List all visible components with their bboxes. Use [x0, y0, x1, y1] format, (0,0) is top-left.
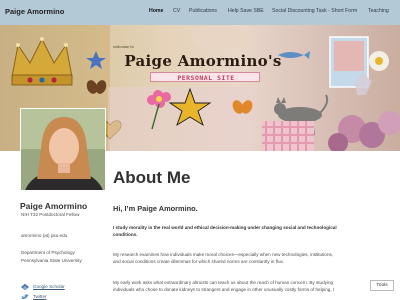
nav-teaching[interactable]: Teaching — [368, 8, 389, 14]
intro-paragraph: I study morality in the real world and e… — [113, 224, 393, 238]
banner-welcome-text: welcome to — [113, 45, 134, 49]
twitter-icon — [21, 294, 29, 299]
early-work-line: My early work asks what extraordinary al… — [113, 280, 334, 285]
google-scholar-link[interactable]: Google Scholar — [33, 284, 65, 289]
research-line: My research examines how individuals mak… — [113, 252, 334, 257]
early-work-paragraph: My early work asks what extraordinary al… — [113, 279, 393, 293]
nav-publications[interactable]: Publications — [189, 8, 217, 14]
early-work-line: individuals who chose to donate kidneys … — [113, 287, 335, 293]
intro-line: conditions. — [113, 232, 138, 238]
hydrangea-icon — [328, 111, 400, 151]
profile-photo — [21, 109, 105, 190]
author-position: NIH T32 Postdoctoral Fellow — [21, 212, 80, 217]
avatar — [20, 108, 106, 191]
page-title: About Me — [113, 168, 191, 187]
tools-button[interactable]: Tools — [370, 280, 394, 291]
intro-line: I study morality in the real world and e… — [113, 225, 337, 230]
masthead: Paige Amormino Home CV Publications Help… — [0, 0, 400, 25]
author-department: Department of Psychology — [21, 250, 75, 255]
twitter-link[interactable]: Twitter — [33, 294, 47, 299]
google-scholar-icon — [21, 283, 29, 291]
author-name: Paige Amormino — [20, 201, 88, 211]
nav-home[interactable]: Home — [149, 8, 163, 14]
site-title-link[interactable]: Paige Amormino — [5, 7, 64, 16]
nav-cv[interactable]: CV — [173, 8, 180, 14]
banner-title: Paige Amormino's — [124, 52, 282, 70]
nav-help-save-sbe[interactable]: Help Save SBE — [228, 8, 264, 14]
banner-subtitle-label: PERSONAL SITE — [150, 72, 260, 82]
author-email: amormino (at) psu.edu — [21, 233, 68, 238]
research-line: and social conditions create dilemmas fo… — [113, 259, 285, 265]
banner-subtitle: PERSONAL SITE — [177, 74, 235, 82]
greeting-heading: Hi, I’m Paige Amormino. — [113, 204, 198, 213]
research-paragraph: My research examines how individuals mak… — [113, 251, 393, 265]
author-university: Pennsylvania State University — [21, 258, 82, 263]
nav-social-discounting-task[interactable]: Social Discounting Task - Short Form — [272, 8, 357, 14]
